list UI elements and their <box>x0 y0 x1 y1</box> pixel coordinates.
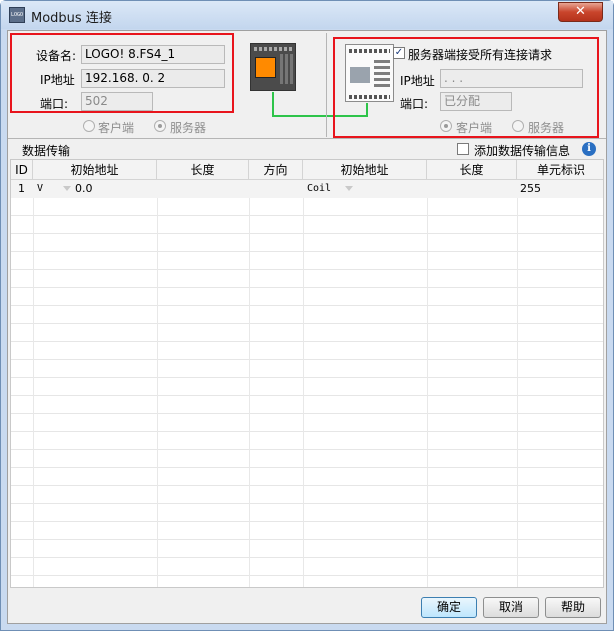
col-divider <box>157 180 158 587</box>
modbus-dialog: LOGO Modbus 连接 ✕ 设备名: LOGO! 8.FS4_1 IP地址… <box>0 0 614 631</box>
local-port-field[interactable]: 502 <box>81 92 153 111</box>
data-transfer-title: 数据传输 <box>22 144 71 158</box>
device-name-label: 设备名: <box>36 49 77 63</box>
row-length[interactable] <box>161 180 245 198</box>
local-server-radio[interactable] <box>154 120 166 132</box>
row-start-address[interactable]: 0.0 <box>75 180 93 198</box>
col-header-remote-start-address: 初始地址 <box>303 160 427 180</box>
info-icon[interactable]: i <box>582 142 596 156</box>
table-header: ID 初始地址 长度 方向 初始地址 长度 单元标识 <box>11 160 603 180</box>
row-id: 1 <box>18 182 25 195</box>
col-header-remote-length: 长度 <box>427 160 517 180</box>
row-type-select[interactable]: V <box>37 180 77 198</box>
local-client-label: 客户端 <box>98 121 135 135</box>
local-ip-label: IP地址 <box>40 73 75 87</box>
accept-all-checkbox[interactable]: ✓ <box>393 47 405 59</box>
col-header-unit-id: 单元标识 <box>536 163 585 177</box>
cancel-button[interactable]: 取消 <box>483 597 539 618</box>
dropdown-arrow-icon <box>63 185 72 191</box>
remote-port-label: 端口: <box>400 97 429 111</box>
data-transfer-table: ID 初始地址 长度 方向 初始地址 长度 单元标识 1 V 0.0 Coil … <box>10 159 604 588</box>
add-info-label: 添加数据传输信息 <box>474 144 571 158</box>
col-divider <box>33 180 34 587</box>
panel-divider <box>326 33 327 137</box>
title-bar: LOGO Modbus 连接 ✕ <box>1 1 613 29</box>
table-body <box>11 180 603 587</box>
remote-client-label: 客户端 <box>456 121 493 135</box>
row-remote-type-value: Coil <box>307 183 332 194</box>
device-name-field[interactable]: LOGO! 8.FS4_1 <box>81 45 225 64</box>
remote-client-radio[interactable] <box>440 120 452 132</box>
row-remote-length[interactable] <box>431 180 513 198</box>
app-icon: LOGO <box>9 7 25 23</box>
accept-all-label: 服务器端接受所有连接请求 <box>408 48 553 62</box>
col-header-direction: 方向 <box>249 160 303 180</box>
add-info-checkbox[interactable] <box>457 143 469 155</box>
connection-panel: 设备名: LOGO! 8.FS4_1 IP地址 192.168. 0. 2 端口… <box>8 31 606 139</box>
row-unit-id[interactable]: 255 <box>520 180 541 198</box>
remote-device-image <box>345 44 394 102</box>
remote-server-label: 服务器 <box>528 121 565 135</box>
row-remote-type-select[interactable]: Coil <box>307 180 367 198</box>
col-header-start-address: 初始地址 <box>33 160 157 180</box>
remote-server-radio[interactable] <box>512 120 524 132</box>
col-header-id: ID <box>11 160 33 180</box>
col-divider <box>249 180 250 587</box>
row-direction[interactable] <box>253 180 299 198</box>
window-title: Modbus 连接 <box>31 11 112 26</box>
close-button[interactable]: ✕ <box>558 2 603 22</box>
link-line-vertical <box>272 92 274 117</box>
dialog-content: 设备名: LOGO! 8.FS4_1 IP地址 192.168. 0. 2 端口… <box>7 30 607 624</box>
col-divider <box>303 180 304 587</box>
logo-device-image <box>250 43 296 91</box>
col-divider <box>517 180 518 587</box>
help-button[interactable]: 帮助 <box>545 597 601 618</box>
remote-ip-label: IP地址 <box>400 74 435 88</box>
remote-port-field[interactable]: 已分配 <box>440 92 512 111</box>
table-row[interactable]: 1 V 0.0 Coil 255 <box>11 180 603 198</box>
local-port-label: 端口: <box>40 97 69 111</box>
local-ip-field[interactable]: 192.168. 0. 2 <box>81 69 225 88</box>
col-header-length: 长度 <box>157 160 249 180</box>
ok-button[interactable]: 确定 <box>421 597 477 618</box>
row-type-value: V <box>37 183 44 194</box>
dropdown-arrow-icon <box>345 185 354 191</box>
col-divider <box>427 180 428 587</box>
local-client-radio[interactable] <box>83 120 95 132</box>
remote-ip-field[interactable]: . . . <box>440 69 583 88</box>
local-server-label: 服务器 <box>170 121 207 135</box>
data-transfer-bar: 数据传输 添加数据传输信息 i <box>8 140 606 158</box>
